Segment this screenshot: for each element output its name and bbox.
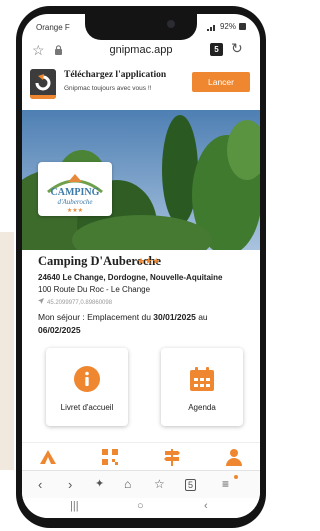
stay-info: Mon séjour : Emplacement du 30/01/2025 a… <box>38 311 248 337</box>
home-button-icon[interactable]: ○ <box>137 500 144 512</box>
recent-apps-icon[interactable]: ||| <box>70 500 79 512</box>
app-download-banner: Téléchargez l'application Gnipmac toujou… <box>22 64 260 108</box>
carrier-label: Orange F <box>36 23 70 32</box>
banner-title: Téléchargez l'application <box>64 70 167 80</box>
launch-button[interactable]: Lancer <box>192 72 250 92</box>
stay-mid: au <box>195 312 208 322</box>
livret-accueil-card[interactable]: Livret d'accueil <box>46 348 128 426</box>
url-text[interactable]: gnipmac.app <box>22 44 260 56</box>
gps-coordinates[interactable]: 45.2099977,0.89860098 <box>38 298 112 306</box>
agenda-label: Agenda <box>188 403 216 412</box>
camping-logo: CAMPING d'Auberoche ★★★ <box>38 162 112 216</box>
banner-subtitle: Gnipmac toujours avec vous !! <box>64 85 152 92</box>
background-panel <box>0 232 14 470</box>
camp-tent-icon[interactable] <box>38 447 58 467</box>
menu-notification-dot <box>234 475 238 479</box>
user-icon[interactable] <box>224 447 244 467</box>
gps-value: 45.2099977,0.89860098 <box>47 300 113 306</box>
battery-indicator: 92% <box>206 22 246 31</box>
logo-text-auberoche: d'Auberoche <box>57 198 92 206</box>
system-back-icon[interactable]: ‹ <box>204 500 208 512</box>
bookmark-add-icon[interactable]: ☆ <box>154 477 165 491</box>
battery-icon <box>239 23 246 30</box>
system-nav-bar: ||| ○ ‹ <box>22 498 260 518</box>
app-bottom-nav <box>22 442 260 471</box>
signpost-icon[interactable] <box>162 447 182 467</box>
phone-screen: Orange F 92% ☆ gnipmac.app 5 ↻ Télécharg… <box>22 14 260 518</box>
notch <box>85 14 197 40</box>
reload-icon[interactable]: ↻ <box>231 40 243 57</box>
livret-label: Livret d'accueil <box>60 403 114 412</box>
location-arrow-icon <box>38 298 44 304</box>
forward-arrow-icon[interactable]: › <box>68 477 72 492</box>
browser-url-bar: ☆ gnipmac.app 5 ↻ <box>22 38 260 65</box>
back-arrow-icon[interactable]: ‹ <box>38 477 42 492</box>
tabs-icon[interactable]: 5 <box>185 479 197 491</box>
camping-logo-image: CAMPING d'Auberoche ★★★ <box>47 174 103 214</box>
menu-icon[interactable]: ≡ <box>222 477 229 491</box>
camping-address-street: 100 Route Du Roc - Le Change <box>38 285 151 294</box>
logo-text-camping: CAMPING <box>51 187 100 198</box>
info-icon <box>74 366 100 392</box>
stay-prefix: Mon séjour : Emplacement du <box>38 312 154 322</box>
camping-address-region: 24640 Le Change, Dordogne, Nouvelle-Aqui… <box>38 273 223 282</box>
camera-dot <box>167 20 175 28</box>
stay-date-to: 06/02/2025 <box>38 325 81 335</box>
logo-stars: ★★★ <box>67 207 83 214</box>
stay-date-from: 30/01/2025 <box>153 312 196 322</box>
calendar-icon <box>190 367 214 391</box>
home-icon[interactable]: ⌂ <box>124 477 131 491</box>
sparkle-icon[interactable]: ✦ <box>95 477 104 490</box>
camping-stars: ★★★ <box>137 256 160 266</box>
tab-count-icon[interactable]: 5 <box>210 43 223 56</box>
hero-image: CAMPING d'Auberoche ★★★ <box>22 110 260 250</box>
battery-percent: 92% <box>219 22 236 31</box>
signal-icon <box>206 24 215 31</box>
browser-toolbar: ‹ › ✦ ⌂ ☆ 5 ≡ <box>22 470 260 499</box>
agenda-card[interactable]: Agenda <box>161 348 243 426</box>
qr-code-icon[interactable] <box>100 447 120 467</box>
app-logo-icon <box>30 69 56 99</box>
